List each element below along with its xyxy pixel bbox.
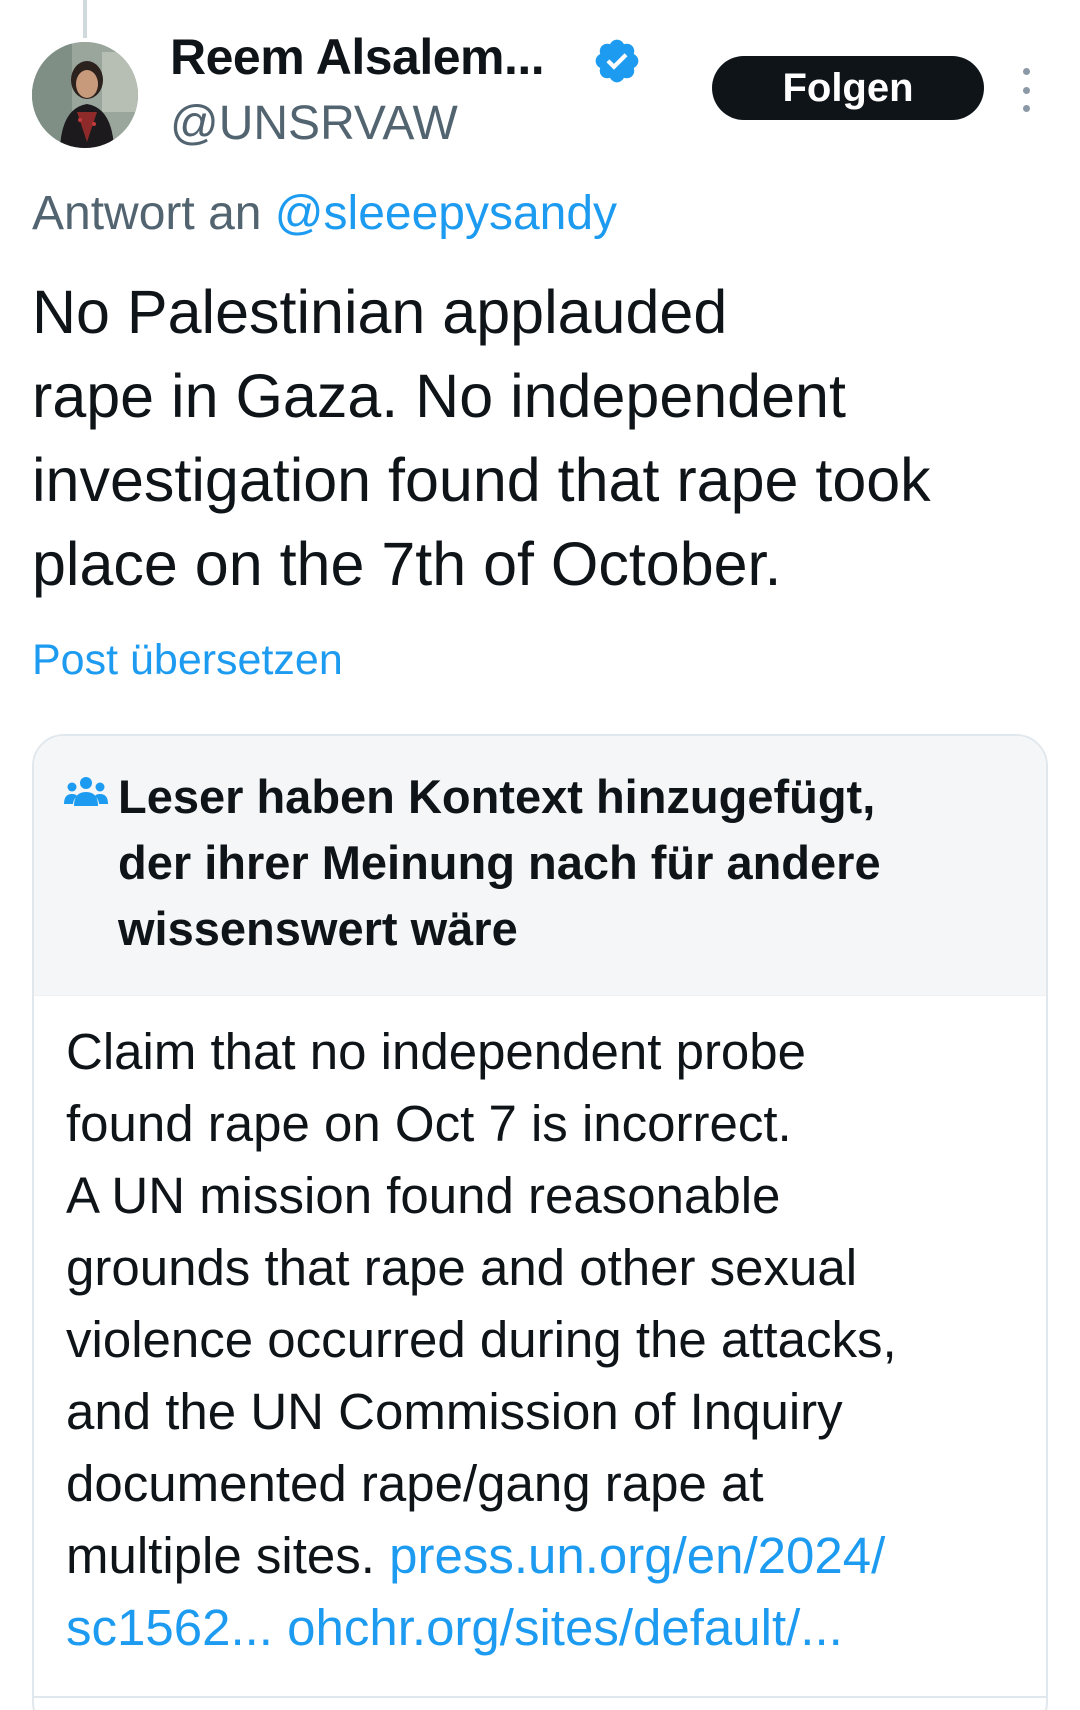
note-body-line: sc1562... ohchr.org/sites/default/... <box>66 1592 1026 1664</box>
tweet-text-line: No Palestinian applauded <box>32 278 728 346</box>
note-heading-line: wissenswert wäre <box>118 902 518 955</box>
press-un-link[interactable]: press.un.org/en/2024/ <box>389 1527 885 1584</box>
translate-post-link[interactable]: Post übersetzen <box>32 636 343 685</box>
note-divider <box>34 1696 1046 1698</box>
tweet-text: No Palestinian applauded rape in Gaza. N… <box>32 270 1062 606</box>
reply-mention-link[interactable]: @sleeepysandy <box>275 187 617 240</box>
note-body-line: A UN mission found reasonable <box>66 1167 781 1224</box>
note-body-line: violence occurred during the attacks, <box>66 1311 897 1368</box>
community-note-card: Leser haben Kontext hinzugefügt, der ihr… <box>32 734 1048 1710</box>
note-body-line: Claim that no independent probe <box>66 1023 807 1080</box>
note-body-line: documented rape/gang rape at <box>66 1455 764 1512</box>
community-note-header: Leser haben Kontext hinzugefügt, der ihr… <box>34 736 1046 996</box>
thread-connector-line <box>83 0 87 38</box>
follow-button[interactable]: Folgen <box>712 56 984 120</box>
avatar-image <box>32 42 138 148</box>
community-note-body: Claim that no independent probe found ra… <box>66 1016 1026 1664</box>
more-dot <box>1022 86 1030 94</box>
note-body-line: multiple sites. press.un.org/en/2024/ <box>66 1520 1026 1592</box>
note-heading-line: Leser haben Kontext hinzugefügt, <box>118 770 876 823</box>
verified-badge-icon <box>595 39 639 83</box>
tweet-text-line: place on the 7th of October. <box>32 530 782 598</box>
press-un-link-continued[interactable]: sc1562... <box>66 1599 273 1656</box>
note-body-text: multiple sites. <box>66 1527 390 1584</box>
tweet-page: Reem Alsalem... @UNSRVAW Folgen Antwort … <box>0 0 1080 1710</box>
note-body-line: grounds that rape and other sexual <box>66 1239 858 1296</box>
community-icon <box>64 777 108 806</box>
community-note-heading: Leser haben Kontext hinzugefügt, der ihr… <box>118 764 1018 962</box>
note-body-line: found rape on Oct 7 is incorrect. <box>66 1095 792 1152</box>
avatar[interactable] <box>32 42 138 148</box>
author-display-name[interactable]: Reem Alsalem... <box>170 28 545 86</box>
more-dot <box>1022 105 1030 112</box>
tweet-text-line: rape in Gaza. No independent <box>32 362 846 430</box>
note-body-line: and the UN Commission of Inquiry <box>66 1383 843 1440</box>
author-handle[interactable]: @UNSRVAW <box>170 96 458 151</box>
tweet-text-line: investigation found that rape took <box>32 446 931 514</box>
ohchr-link[interactable]: ohchr.org/sites/default/... <box>287 1599 843 1656</box>
reply-prefix: Antwort an <box>32 187 262 240</box>
note-heading-line: der ihrer Meinung nach für andere <box>118 836 881 889</box>
more-vertical-icon[interactable] <box>1015 68 1037 112</box>
reply-context: Antwort an @sleeepysandy <box>32 186 617 241</box>
more-dot <box>1022 68 1030 75</box>
